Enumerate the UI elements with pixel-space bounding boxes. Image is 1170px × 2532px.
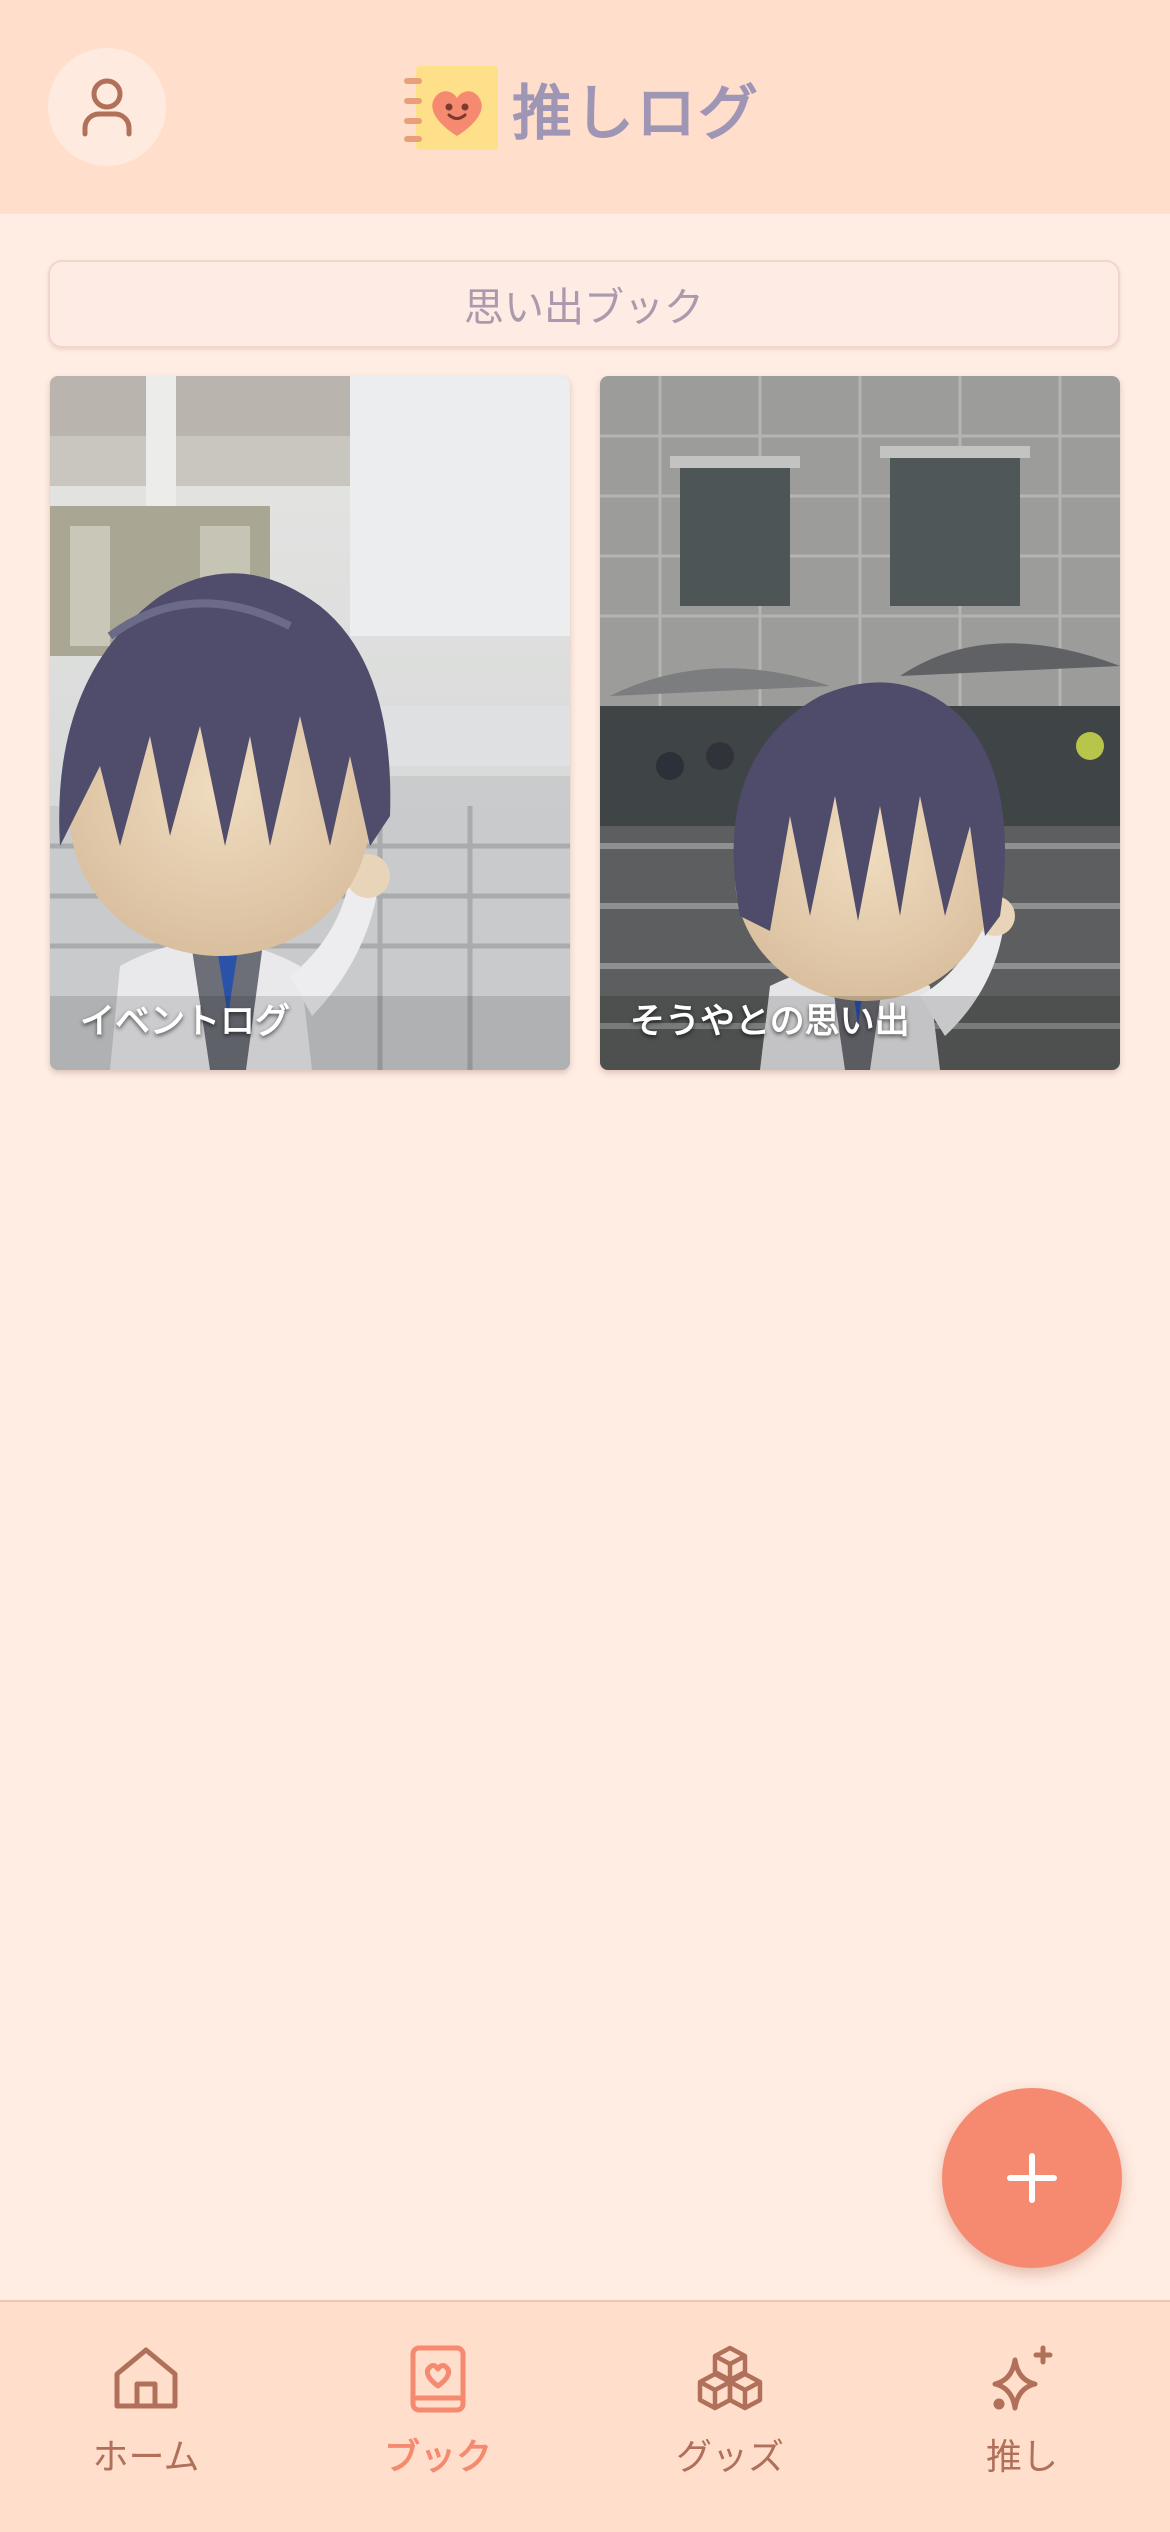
plus-icon: [1007, 2153, 1057, 2203]
nav-label: 推し: [985, 2437, 1058, 2478]
boxes-icon: [697, 2345, 763, 2411]
book-title: そうやとの思い出: [630, 1002, 910, 1042]
book-card-event-log[interactable]: イベントログ: [50, 376, 570, 1070]
nav-item-oshi[interactable]: 推し: [912, 2342, 1132, 2480]
user-icon: [82, 78, 132, 137]
book-title: イベントログ: [80, 1002, 291, 1042]
section-title: 思い出ブック: [48, 260, 1120, 348]
profile-button[interactable]: [48, 48, 166, 166]
nav-label: グッズ: [675, 2437, 784, 2478]
app-logo: 推しログ: [402, 62, 760, 154]
nav-item-goods[interactable]: グッズ: [620, 2342, 840, 2480]
book-cover-image: [600, 376, 1120, 1070]
book-cover-image: [50, 376, 570, 1070]
book-card-memories[interactable]: そうやとの思い出: [600, 376, 1120, 1070]
book-icon: [410, 2345, 466, 2413]
nav-item-home[interactable]: ホーム: [36, 2342, 256, 2480]
bottom-nav: ホーム ブック グッズ 推し: [0, 2300, 1170, 2532]
nav-label: ホーム: [92, 2437, 200, 2478]
heart-notebook-icon: [404, 66, 498, 150]
nav-item-book[interactable]: ブック: [328, 2342, 548, 2480]
app-header: 推しログ: [0, 0, 1170, 214]
nav-label: ブック: [383, 2437, 492, 2478]
sparkles-icon: [992, 2345, 1053, 2411]
add-book-button[interactable]: [942, 2088, 1122, 2268]
home-icon: [114, 2347, 178, 2409]
app-title: 推しログ: [512, 78, 760, 149]
